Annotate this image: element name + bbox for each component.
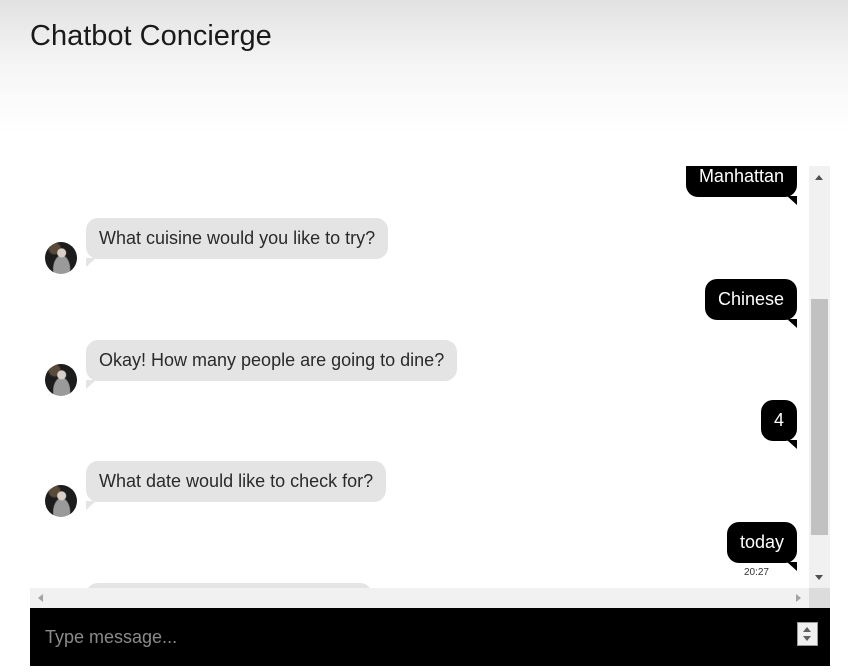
user-message-bubble: Chinese (704, 279, 798, 328)
scroll-up-arrow-icon[interactable] (815, 175, 823, 180)
scrollbar-corner (809, 588, 830, 608)
vertical-scroll-thumb[interactable] (811, 299, 828, 535)
user-message-bubble: today (726, 522, 798, 571)
scroll-left-arrow-icon[interactable] (38, 594, 43, 602)
bot-message-bubble: Okay! How many people are going to dine? (86, 340, 458, 389)
vertical-scrollbar[interactable] (809, 166, 830, 588)
message-composer (30, 608, 830, 666)
spinner-down-icon[interactable] (803, 636, 811, 641)
message-input[interactable] (30, 608, 790, 666)
bot-avatar-icon (45, 242, 77, 274)
bot-avatar-icon (45, 364, 77, 396)
page-title: Chatbot Concierge (30, 20, 272, 52)
spinner-arrows-icon[interactable] (797, 622, 818, 646)
spinner-up-icon[interactable] (803, 627, 811, 632)
message-list: Manhattan What cuisine would you like to… (30, 166, 809, 588)
bot-avatar-icon (45, 485, 77, 517)
scroll-right-arrow-icon[interactable] (796, 594, 801, 602)
message-timestamp: 20:27 (743, 567, 769, 578)
bot-message-bubble: What date would like to check for? (86, 461, 387, 510)
user-message-bubble: Manhattan (685, 166, 798, 205)
chat-window: Manhattan What cuisine would you like to… (30, 166, 830, 608)
bot-message-bubble: What cuisine would you like to try? (86, 218, 389, 267)
horizontal-scrollbar[interactable] (30, 588, 809, 608)
user-message-bubble: 4 (760, 400, 798, 449)
scroll-down-arrow-icon[interactable] (815, 575, 823, 580)
page-header: Chatbot Concierge (0, 0, 848, 150)
